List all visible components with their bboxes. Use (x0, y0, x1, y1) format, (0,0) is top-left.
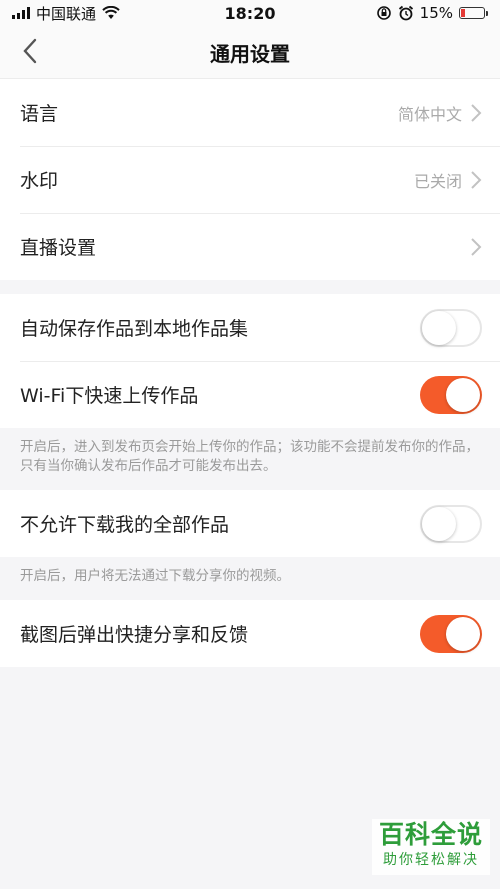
back-arrow-icon[interactable] (18, 38, 44, 64)
setting-row-watermark[interactable]: 水印 已关闭 (0, 146, 500, 213)
watermark-value: 已关闭 (413, 171, 462, 191)
page-title: 通用设置 (210, 41, 290, 66)
signal-icon (12, 7, 30, 19)
setting-row-live[interactable]: 直播设置 (0, 213, 500, 280)
chevron-right-icon (471, 170, 482, 189)
setting-row-auto-save: 自动保存作品到本地作品集 (0, 294, 500, 361)
live-right (470, 237, 482, 257)
language-right: 简体中文 (398, 101, 482, 125)
disallow-download-toggle[interactable] (420, 504, 482, 543)
auto-save-label: 自动保存作品到本地作品集 (20, 318, 249, 340)
wifi-upload-label: Wi-Fi下快速上传作品 (20, 385, 199, 407)
setting-row-disallow-download: 不允许下载我的全部作品 (0, 490, 500, 557)
carrier-name: 中国联通 (36, 4, 97, 23)
general-settings-group: 语言 简体中文 水印 已关闭 直播设置 (0, 79, 500, 280)
setting-row-language[interactable]: 语言 简体中文 (0, 79, 500, 146)
watermark-title: 百科全说 (378, 820, 483, 849)
wifi-icon (102, 6, 120, 19)
screenshot-settings-group: 截图后弹出快捷分享和反馈 (0, 600, 500, 667)
download-note: 开启后，用户将无法通过下载分享你的视频。 (20, 568, 290, 584)
status-left: 中国联通 (12, 3, 120, 24)
watermark-subtitle: 助你轻松解决 (383, 852, 479, 868)
site-watermark: 百科全说 助你轻松解决 (372, 819, 490, 875)
download-settings-group: 不允许下载我的全部作品 (0, 490, 500, 557)
language-label: 语言 (20, 103, 59, 125)
nav-bar: 通用设置 (0, 26, 500, 79)
battery-percent: 15% (419, 4, 453, 22)
status-right: 15% (376, 4, 488, 22)
screenshot-share-toggle[interactable] (420, 614, 482, 653)
live-settings-label: 直播设置 (20, 237, 97, 259)
battery-icon (459, 7, 488, 19)
status-bar: 中国联通 18:20 15% (0, 0, 500, 26)
setting-row-screenshot-share: 截图后弹出快捷分享和反馈 (0, 600, 500, 667)
alarm-icon (398, 5, 413, 21)
setting-row-wifi-upload: Wi-Fi下快速上传作品 (0, 361, 500, 428)
screenshot-share-label: 截图后弹出快捷分享和反馈 (20, 624, 249, 646)
chevron-right-icon (471, 103, 482, 122)
chevron-right-icon (471, 237, 482, 256)
watermark-right: 已关闭 (414, 168, 482, 192)
disallow-download-label: 不允许下载我的全部作品 (20, 514, 230, 536)
wifi-upload-toggle[interactable] (420, 375, 482, 414)
upload-settings-group: 自动保存作品到本地作品集 Wi-Fi下快速上传作品 (0, 294, 500, 428)
language-value: 简体中文 (397, 104, 462, 124)
watermark-label: 水印 (20, 170, 59, 192)
auto-save-toggle[interactable] (420, 308, 482, 347)
wifi-upload-note: 开启后，进入到发布页会开始上传你的作品；该功能不会提前发布你的作品，只有当你确认… (20, 439, 479, 474)
orientation-lock-icon (376, 6, 391, 20)
